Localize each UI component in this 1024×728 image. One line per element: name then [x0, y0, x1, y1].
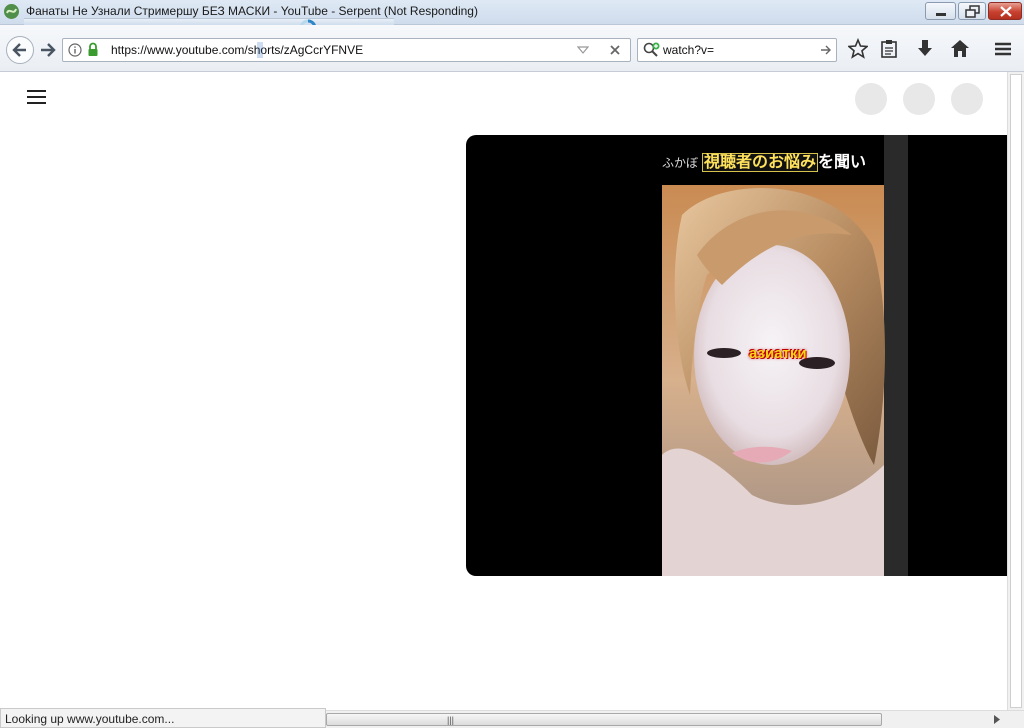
- history-dropdown-icon[interactable]: [577, 45, 589, 55]
- close-icon: [1000, 6, 1012, 17]
- header-placeholder-button-1[interactable]: [855, 83, 887, 115]
- vertical-scrollbar[interactable]: [1007, 72, 1024, 710]
- serpent-app-icon: [4, 4, 19, 19]
- video-caption-japanese: ふかぼ 視聴者のお悩み を聞い: [662, 148, 866, 172]
- web-page: ふかぼ 視聴者のお悩み を聞い азиатки: [0, 72, 1007, 710]
- shorts-video-player[interactable]: ふかぼ 視聴者のお悩み を聞い азиатки: [466, 135, 1007, 576]
- close-window-button[interactable]: [988, 2, 1022, 20]
- reading-list-icon[interactable]: [879, 38, 899, 60]
- navigation-toolbar: https://www.youtube.com/shorts/zAgCcrYFN…: [0, 25, 1024, 72]
- search-input[interactable]: watch?v=: [663, 43, 714, 57]
- caption-highlight: 視聴者のお悩み: [702, 153, 819, 172]
- search-bar[interactable]: watch?v=: [637, 38, 837, 62]
- back-arrow-icon: [12, 43, 26, 57]
- minimize-button[interactable]: [925, 2, 956, 20]
- url-bar[interactable]: https://www.youtube.com/shorts/zAgCcrYFN…: [62, 38, 631, 62]
- search-go-arrow-icon[interactable]: [820, 44, 832, 56]
- stop-loading-icon[interactable]: [609, 44, 621, 56]
- back-button[interactable]: [6, 36, 34, 64]
- scroll-grip-icon: |||: [447, 715, 455, 725]
- download-icon[interactable]: [915, 38, 935, 60]
- minimize-icon: [936, 13, 946, 16]
- window-title: Фанаты Не Узнали Стримершу БЕЗ МАСКИ - Y…: [26, 4, 478, 18]
- header-placeholder-button-2[interactable]: [903, 83, 935, 115]
- header-placeholder-avatar[interactable]: [951, 83, 983, 115]
- vertical-scroll-thumb[interactable]: [1010, 74, 1022, 708]
- search-engine-icon[interactable]: [643, 42, 661, 58]
- info-icon[interactable]: [68, 43, 82, 57]
- guide-menu-icon[interactable]: [27, 90, 46, 106]
- horizontal-scroll-thumb[interactable]: |||: [326, 713, 882, 726]
- forward-arrow-icon[interactable]: [38, 41, 58, 59]
- url-text[interactable]: https://www.youtube.com/shorts/zAgCcrYFN…: [111, 43, 363, 57]
- caption-rest: を聞い: [818, 154, 867, 171]
- video-overlay-text: азиатки: [749, 345, 807, 362]
- menu-icon[interactable]: [993, 38, 1013, 60]
- bookmark-star-icon[interactable]: [848, 38, 868, 60]
- window-title-bar: Фанаты Не Узнали Стримершу БЕЗ МАСКИ - Y…: [0, 0, 1024, 37]
- scroll-right-arrow-icon[interactable]: [992, 715, 1002, 724]
- lock-icon[interactable]: [87, 42, 99, 57]
- restore-button[interactable]: [958, 2, 986, 20]
- home-icon[interactable]: [950, 38, 970, 60]
- status-bar: Looking up www.youtube.com...: [0, 708, 326, 728]
- text-selection-caret: [257, 42, 263, 58]
- caption-channel-mark: ふかぼ: [662, 156, 699, 170]
- tab-strip: [24, 18, 394, 25]
- restore-icon: [965, 5, 980, 18]
